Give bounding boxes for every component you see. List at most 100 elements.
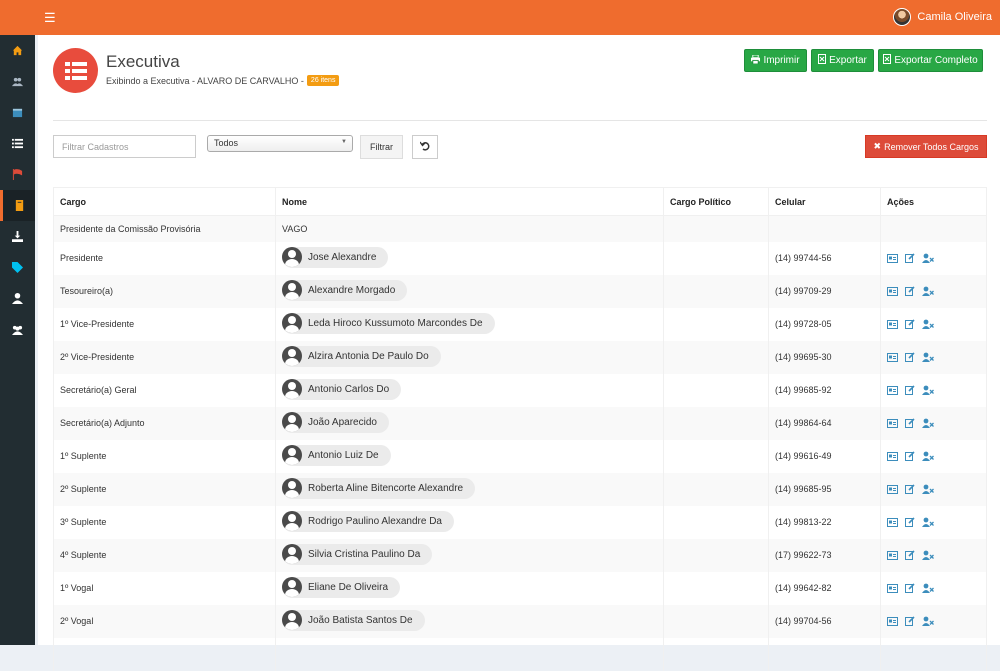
id-card-icon[interactable]: [887, 286, 898, 296]
member-chip[interactable]: Jose Alexandre: [282, 246, 389, 268]
id-card-icon[interactable]: [887, 352, 898, 362]
export-full-button[interactable]: Exportar Completo: [878, 49, 983, 72]
menu-toggle-icon[interactable]: ☰: [44, 10, 56, 26]
table-row: Secretário(a) Geral Antonio Carlos Do (14)…: [53, 373, 987, 407]
remove-user-icon[interactable]: [922, 253, 934, 263]
remove-user-icon[interactable]: [922, 550, 934, 560]
member-chip[interactable]: Alexandre Morgado: [282, 279, 408, 301]
celular-cell: (14) 99642-82: [768, 571, 881, 605]
member-chip[interactable]: Silvia Cristina Paulino Da: [282, 543, 433, 565]
cargo-cell: Secretário(a) Geral: [53, 373, 276, 407]
user-avatar-icon: [282, 412, 302, 433]
subtitle-text: Exibindo a Executiva - ALVARO DE CARVALH…: [106, 75, 304, 86]
table-row: 1º Vogal Eliane De Oliveira (14) 99642-82: [53, 571, 987, 605]
undo-icon: [419, 138, 430, 156]
remove-user-icon[interactable]: [922, 418, 934, 428]
user-menu[interactable]: Camila Oliveira: [893, 8, 992, 26]
nome-cell: João Aparecido: [275, 406, 664, 440]
edit-icon[interactable]: [905, 418, 915, 428]
remove-user-icon[interactable]: [922, 616, 934, 626]
id-card-icon[interactable]: [887, 517, 898, 527]
user-avatar-icon: [282, 280, 302, 301]
id-card-icon[interactable]: [887, 418, 898, 428]
reset-button[interactable]: [412, 135, 438, 159]
remove-user-icon[interactable]: [922, 319, 934, 329]
cargo-politico-cell: [663, 439, 769, 473]
header-celular[interactable]: Celular: [768, 187, 881, 216]
cargo-politico-cell: [663, 406, 769, 440]
member-chip[interactable]: João Aparecido: [282, 411, 389, 433]
id-card-icon[interactable]: [887, 583, 898, 593]
id-card-icon[interactable]: [887, 253, 898, 263]
actions-cell: [880, 637, 987, 671]
user-name: Camila Oliveira: [917, 11, 992, 23]
edit-icon[interactable]: [905, 550, 915, 560]
sidebar-item-user[interactable]: [0, 283, 35, 314]
edit-icon[interactable]: [905, 484, 915, 494]
table-row: 2º Vice-Presidente Alzira Antonia De Paul…: [53, 340, 987, 374]
remove-user-icon[interactable]: [922, 286, 934, 296]
sidebar-item-download[interactable]: [0, 221, 35, 252]
header-cargo[interactable]: Cargo: [53, 187, 276, 216]
chevron-down-icon: ▼: [341, 139, 347, 145]
sidebar-item-list[interactable]: [0, 128, 35, 159]
remove-user-icon[interactable]: [922, 385, 934, 395]
member-chip[interactable]: Antonio Luiz De: [282, 444, 391, 466]
print-button[interactable]: Imprimir: [744, 49, 807, 72]
cargo-politico-cell: [663, 307, 769, 341]
cargo-cell: 3º Suplente: [53, 505, 276, 539]
edit-icon[interactable]: [905, 616, 915, 626]
edit-icon[interactable]: [905, 286, 915, 296]
filter-button[interactable]: Filtrar: [360, 135, 403, 159]
edit-icon[interactable]: [905, 253, 915, 263]
remove-user-icon[interactable]: [922, 517, 934, 527]
remove-user-icon[interactable]: [922, 352, 934, 362]
sidebar-item-users[interactable]: [0, 66, 35, 97]
id-card-icon[interactable]: [887, 550, 898, 560]
id-card-icon[interactable]: [887, 385, 898, 395]
sidebar-item-group[interactable]: [0, 314, 35, 345]
sidebar-item-home[interactable]: [0, 35, 35, 66]
table-row: 2º Suplente Roberta Aline Bitencorte Alex…: [53, 472, 987, 506]
actions-cell: [880, 373, 987, 407]
edit-icon[interactable]: [905, 385, 915, 395]
header-cargo-politico[interactable]: Cargo Político: [663, 187, 769, 216]
id-card-icon[interactable]: [887, 616, 898, 626]
member-chip[interactable]: Roberta Aline Bitencorte Alexandre: [282, 477, 476, 499]
search-input[interactable]: [53, 135, 196, 158]
user-avatar-icon: [282, 445, 302, 466]
actions-cell: [880, 472, 987, 506]
table-row: Presidente Jose Alexandre (14) 99744-56: [53, 241, 987, 275]
remove-user-icon[interactable]: [922, 484, 934, 494]
cargo-politico-cell: [663, 604, 769, 638]
remove-user-icon[interactable]: [922, 451, 934, 461]
cargo-politico-cell: [663, 472, 769, 506]
member-chip[interactable]: Rodrigo Paulino Alexandre Da: [282, 510, 454, 532]
actions-cell: [880, 406, 987, 440]
sidebar-item-flag[interactable]: [0, 159, 35, 190]
sidebar-item-book[interactable]: [0, 190, 35, 221]
member-chip[interactable]: Alzira Antonia De Paulo Do: [282, 345, 441, 367]
edit-icon[interactable]: [905, 451, 915, 461]
member-chip[interactable]: Eliane De Oliveira: [282, 576, 401, 598]
edit-icon[interactable]: [905, 352, 915, 362]
avatar: [893, 8, 912, 26]
id-card-icon[interactable]: [887, 319, 898, 329]
tag-icon: [12, 262, 23, 273]
member-chip[interactable]: Antonio Carlos Do: [282, 378, 402, 400]
remove-user-icon[interactable]: [922, 583, 934, 593]
edit-icon[interactable]: [905, 319, 915, 329]
user-avatar-icon: [282, 610, 302, 631]
remove-all-roles-button[interactable]: ✖ Remover Todos Cargos: [865, 135, 987, 158]
sidebar-item-tag[interactable]: [0, 252, 35, 283]
header-nome[interactable]: Nome: [275, 187, 664, 216]
sidebar-item-calendar[interactable]: [0, 97, 35, 128]
id-card-icon[interactable]: [887, 451, 898, 461]
export-button[interactable]: Exportar: [811, 49, 874, 72]
edit-icon[interactable]: [905, 583, 915, 593]
status-select[interactable]: Todos ▼: [207, 135, 353, 152]
member-chip[interactable]: João Batista Santos De: [282, 609, 425, 631]
member-chip[interactable]: Leda Hiroco Kussumoto Marcondes De: [282, 312, 495, 334]
id-card-icon[interactable]: [887, 484, 898, 494]
edit-icon[interactable]: [905, 517, 915, 527]
